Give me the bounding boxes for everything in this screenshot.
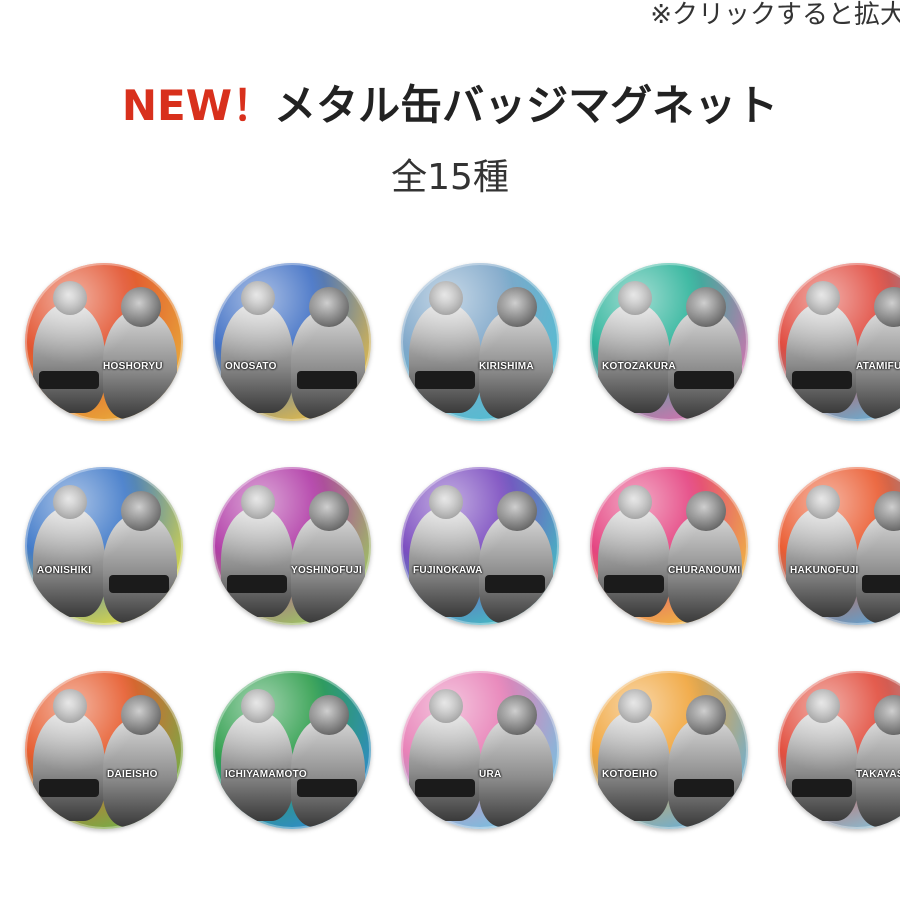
badge-shine	[590, 263, 748, 421]
badge-shine	[590, 467, 748, 625]
badge-churanoumi[interactable]: CHURANOUMI	[590, 467, 748, 625]
badge-shine	[401, 467, 559, 625]
badge-shine	[213, 263, 371, 421]
badge-aonishiki[interactable]: AONISHIKI	[25, 467, 183, 625]
badge-kotozakura[interactable]: KOTOZAKURA	[590, 263, 748, 421]
badge-yoshinofuji[interactable]: YOSHINOFUJI	[213, 467, 371, 625]
badge-shine	[25, 467, 183, 625]
badge-ura[interactable]: URA	[401, 671, 559, 829]
badge-fujinokawa[interactable]: FUJINOKAWA	[401, 467, 559, 625]
badge-kotoeiho[interactable]: KOTOEIHO	[590, 671, 748, 829]
badge-takayasu[interactable]: TAKAYASU	[778, 671, 900, 829]
badge-kirishima[interactable]: KIRISHIMA	[401, 263, 559, 421]
badge-hakunofuji[interactable]: HAKUNOFUJI	[778, 467, 900, 625]
badge-atamifuji[interactable]: ATAMIFUJI	[778, 263, 900, 421]
badge-shine	[213, 467, 371, 625]
badge-shine	[401, 263, 559, 421]
badge-shine	[401, 671, 559, 829]
badge-shine	[25, 263, 183, 421]
badge-ichiyamamoto[interactable]: ICHIYAMAMOTO	[213, 671, 371, 829]
badge-shine	[25, 671, 183, 829]
badge-shine	[213, 671, 371, 829]
badge-grid: HOSHORYUONOSATOKIRISHIMAKOTOZAKURAATAMIF…	[0, 0, 900, 900]
badge-onosato[interactable]: ONOSATO	[213, 263, 371, 421]
badge-hoshoryu[interactable]: HOSHORYU	[25, 263, 183, 421]
badge-shine	[590, 671, 748, 829]
badge-daieisho[interactable]: DAIEISHO	[25, 671, 183, 829]
